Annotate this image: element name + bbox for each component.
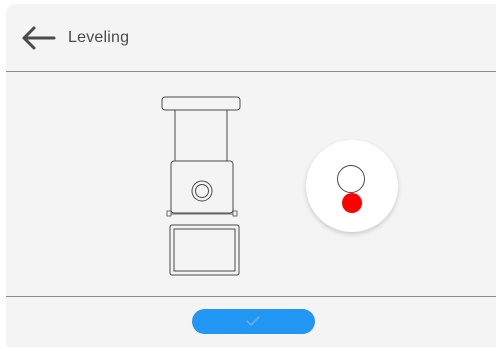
confirm-button[interactable] xyxy=(192,309,315,334)
balance-scale-illustration xyxy=(161,96,241,276)
scale-display xyxy=(169,224,240,276)
arrow-left-icon xyxy=(22,26,56,50)
level-indicator xyxy=(306,140,398,232)
checkmark-icon xyxy=(246,316,260,326)
back-button[interactable] xyxy=(18,22,58,54)
header-bar: Leveling xyxy=(6,4,496,72)
scale-body xyxy=(166,160,238,217)
footer-bar xyxy=(6,296,496,347)
level-target-ring xyxy=(337,165,365,193)
level-bubble xyxy=(342,193,362,213)
leveling-screen: Leveling xyxy=(6,4,496,347)
leveling-content xyxy=(6,72,496,296)
weighing-pan-top xyxy=(161,96,241,162)
page-title: Leveling xyxy=(68,29,130,46)
app-window: Leveling xyxy=(0,0,496,347)
